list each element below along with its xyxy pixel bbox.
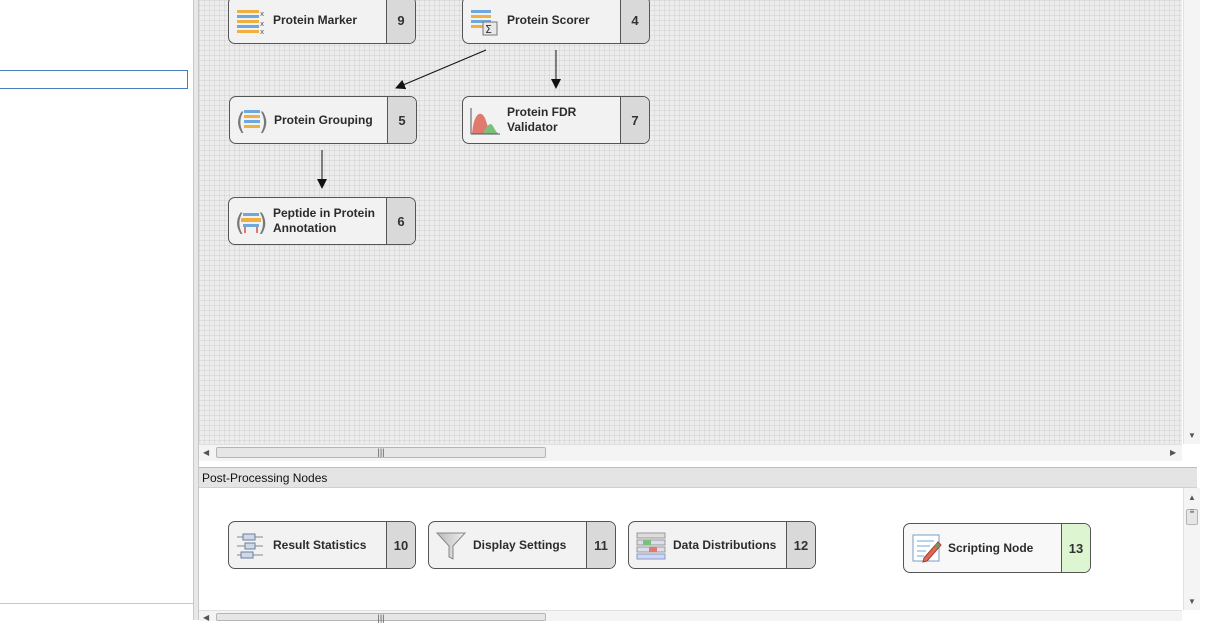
scroll-up-icon[interactable]: ▲ bbox=[1188, 494, 1196, 502]
node-number: 5 bbox=[387, 97, 416, 143]
scroll-right-icon[interactable]: ▶ bbox=[1170, 449, 1176, 457]
protein-grouping-icon: ( ) bbox=[236, 104, 268, 136]
node-result-statistics[interactable]: Result Statistics 10 bbox=[228, 521, 416, 569]
protein-scorer-icon: Σ bbox=[469, 4, 501, 36]
protein-marker-icon: x x x bbox=[235, 4, 267, 36]
scroll-left-icon[interactable]: ◀ bbox=[203, 449, 209, 457]
node-number: 10 bbox=[386, 522, 415, 568]
left-filter-input[interactable] bbox=[0, 70, 188, 89]
svg-text:): ) bbox=[259, 108, 268, 136]
node-label: Peptide in Protein Annotation bbox=[273, 206, 376, 235]
node-label: Protein Marker bbox=[273, 12, 358, 27]
node-number: 6 bbox=[386, 198, 415, 244]
node-number: 9 bbox=[386, 0, 415, 43]
node-label: Protein Grouping bbox=[274, 112, 373, 127]
scroll-thumb[interactable]: ||| bbox=[216, 447, 546, 458]
svg-text:Σ: Σ bbox=[485, 23, 492, 36]
node-label: Protein FDR Validator bbox=[507, 105, 577, 134]
left-panel bbox=[0, 0, 194, 620]
node-number: 4 bbox=[620, 0, 649, 43]
node-number: 7 bbox=[620, 97, 649, 143]
node-number: 12 bbox=[786, 522, 815, 568]
svg-text:x: x bbox=[260, 10, 264, 18]
node-number: 11 bbox=[586, 522, 615, 568]
node-protein-scorer[interactable]: Σ Protein Scorer 4 bbox=[462, 0, 650, 44]
node-label: Display Settings bbox=[473, 537, 567, 552]
node-label: Scripting Node bbox=[948, 540, 1034, 555]
node-data-distributions[interactable]: Data Distributions 12 bbox=[628, 521, 816, 569]
workflow-canvas[interactable]: x x x Protein Marker 9 Σ Protein Scorer … bbox=[199, 0, 1182, 444]
svg-text:(: ( bbox=[236, 108, 245, 136]
svg-text:(: ( bbox=[235, 209, 244, 237]
scroll-left-icon[interactable]: ◀ bbox=[203, 614, 209, 622]
canvas-horizontal-scrollbar[interactable]: ◀ ||| ▶ bbox=[199, 444, 1182, 461]
node-display-settings[interactable]: Display Settings 11 bbox=[428, 521, 616, 569]
post-processing-horizontal-scrollbar[interactable]: ◀ ||| bbox=[199, 610, 1182, 623]
node-protein-marker[interactable]: x x x Protein Marker 9 bbox=[228, 0, 416, 44]
peptide-annotation-icon: ( ) bbox=[235, 205, 267, 237]
fdr-validator-icon bbox=[469, 104, 501, 136]
funnel-icon bbox=[435, 529, 467, 561]
node-protein-fdr-validator[interactable]: Protein FDR Validator 7 bbox=[462, 96, 650, 144]
post-processing-vertical-scrollbar[interactable]: ▲ ≡ ▼ bbox=[1183, 488, 1200, 610]
node-label: Protein Scorer bbox=[507, 12, 590, 27]
scroll-down-icon[interactable]: ▼ bbox=[1188, 432, 1196, 440]
scroll-thumb[interactable]: ≡ bbox=[1186, 508, 1198, 525]
scripting-icon bbox=[910, 532, 942, 564]
data-distributions-icon bbox=[635, 529, 667, 561]
node-number: 13 bbox=[1061, 524, 1090, 572]
connection-scorer-grouping bbox=[395, 49, 487, 90]
post-processing-area[interactable]: Result Statistics 10 Display Settings 11… bbox=[199, 488, 1182, 610]
post-processing-header: Post-Processing Nodes bbox=[199, 467, 1197, 488]
svg-text:x: x bbox=[260, 28, 264, 36]
left-panel-divider bbox=[0, 603, 193, 604]
node-label: Data Distributions bbox=[673, 537, 777, 552]
node-protein-grouping[interactable]: ( ) Protein Grouping 5 bbox=[229, 96, 417, 144]
scroll-down-icon[interactable]: ▼ bbox=[1188, 598, 1196, 606]
node-scripting[interactable]: Scripting Node 13 bbox=[903, 523, 1091, 573]
svg-text:): ) bbox=[258, 209, 267, 237]
svg-text:x: x bbox=[260, 20, 264, 28]
node-label: Result Statistics bbox=[273, 537, 367, 552]
result-statistics-icon bbox=[235, 529, 267, 561]
node-peptide-annotation[interactable]: ( ) Peptide in Protein Annotation 6 bbox=[228, 197, 416, 245]
canvas-vertical-scrollbar[interactable]: ▼ bbox=[1183, 0, 1200, 444]
